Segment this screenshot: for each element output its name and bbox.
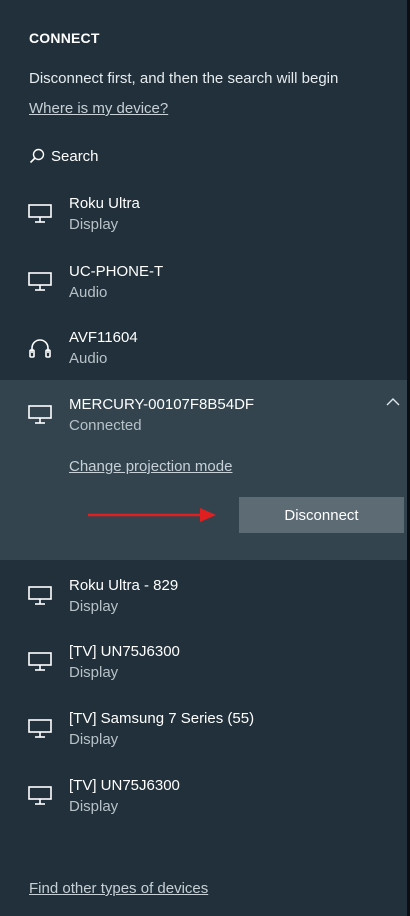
where-is-my-device-link[interactable]: Where is my device?	[29, 100, 168, 117]
device-item[interactable]: Roku Ultra Display	[0, 195, 407, 251]
device-type: Display	[69, 731, 119, 748]
monitor-icon	[28, 405, 52, 424]
device-name: [TV] Samsung 7 Series (55)	[69, 710, 255, 727]
info-text: Disconnect first, and then the search wi…	[29, 70, 339, 87]
device-type: Display	[69, 798, 119, 815]
device-item[interactable]: AVF11604 Audio	[0, 329, 407, 385]
device-name: [TV] UN75J6300	[69, 777, 180, 794]
device-type: Display	[69, 664, 119, 681]
device-name: AVF11604	[69, 329, 138, 346]
panel-title: CONNECT	[29, 30, 100, 46]
device-name: UC-PHONE-T	[69, 263, 164, 280]
connect-panel: CONNECT Disconnect first, and then the s…	[0, 0, 410, 916]
device-type: Display	[69, 216, 119, 233]
search-button[interactable]: Search	[29, 145, 99, 167]
device-item[interactable]: [TV] UN75J6300 Display	[0, 777, 407, 833]
chevron-up-icon[interactable]	[385, 396, 401, 408]
monitor-icon	[28, 719, 52, 738]
device-status: Connected	[69, 417, 142, 434]
change-projection-mode-link[interactable]: Change projection mode	[69, 458, 232, 475]
search-label: Search	[51, 147, 99, 165]
monitor-icon	[28, 204, 52, 223]
device-type: Audio	[69, 284, 108, 301]
device-name: Roku Ultra	[69, 195, 140, 212]
device-type: Audio	[69, 350, 108, 367]
monitor-icon	[28, 786, 52, 805]
headphones-icon	[29, 339, 51, 358]
device-name: MERCURY-00107F8B54DF	[69, 396, 255, 413]
find-other-devices-link[interactable]: Find other types of devices	[29, 880, 208, 897]
search-icon	[29, 148, 45, 164]
device-item[interactable]: [TV] UN75J6300 Display	[0, 643, 407, 699]
device-item[interactable]: [TV] Samsung 7 Series (55) Display	[0, 710, 407, 766]
device-item[interactable]: UC-PHONE-T Audio	[0, 263, 407, 319]
monitor-icon	[28, 272, 52, 291]
device-name: Roku Ultra - 829	[69, 577, 179, 594]
device-type: Display	[69, 598, 119, 615]
red-arrow-annotation	[88, 508, 216, 522]
monitor-icon	[28, 586, 52, 605]
disconnect-button[interactable]: Disconnect	[239, 497, 404, 533]
monitor-icon	[28, 652, 52, 671]
device-name: [TV] UN75J6300	[69, 643, 180, 660]
device-item-selected[interactable]: MERCURY-00107F8B54DF Connected	[0, 396, 407, 452]
device-item[interactable]: Roku Ultra - 829 Display	[0, 577, 407, 633]
